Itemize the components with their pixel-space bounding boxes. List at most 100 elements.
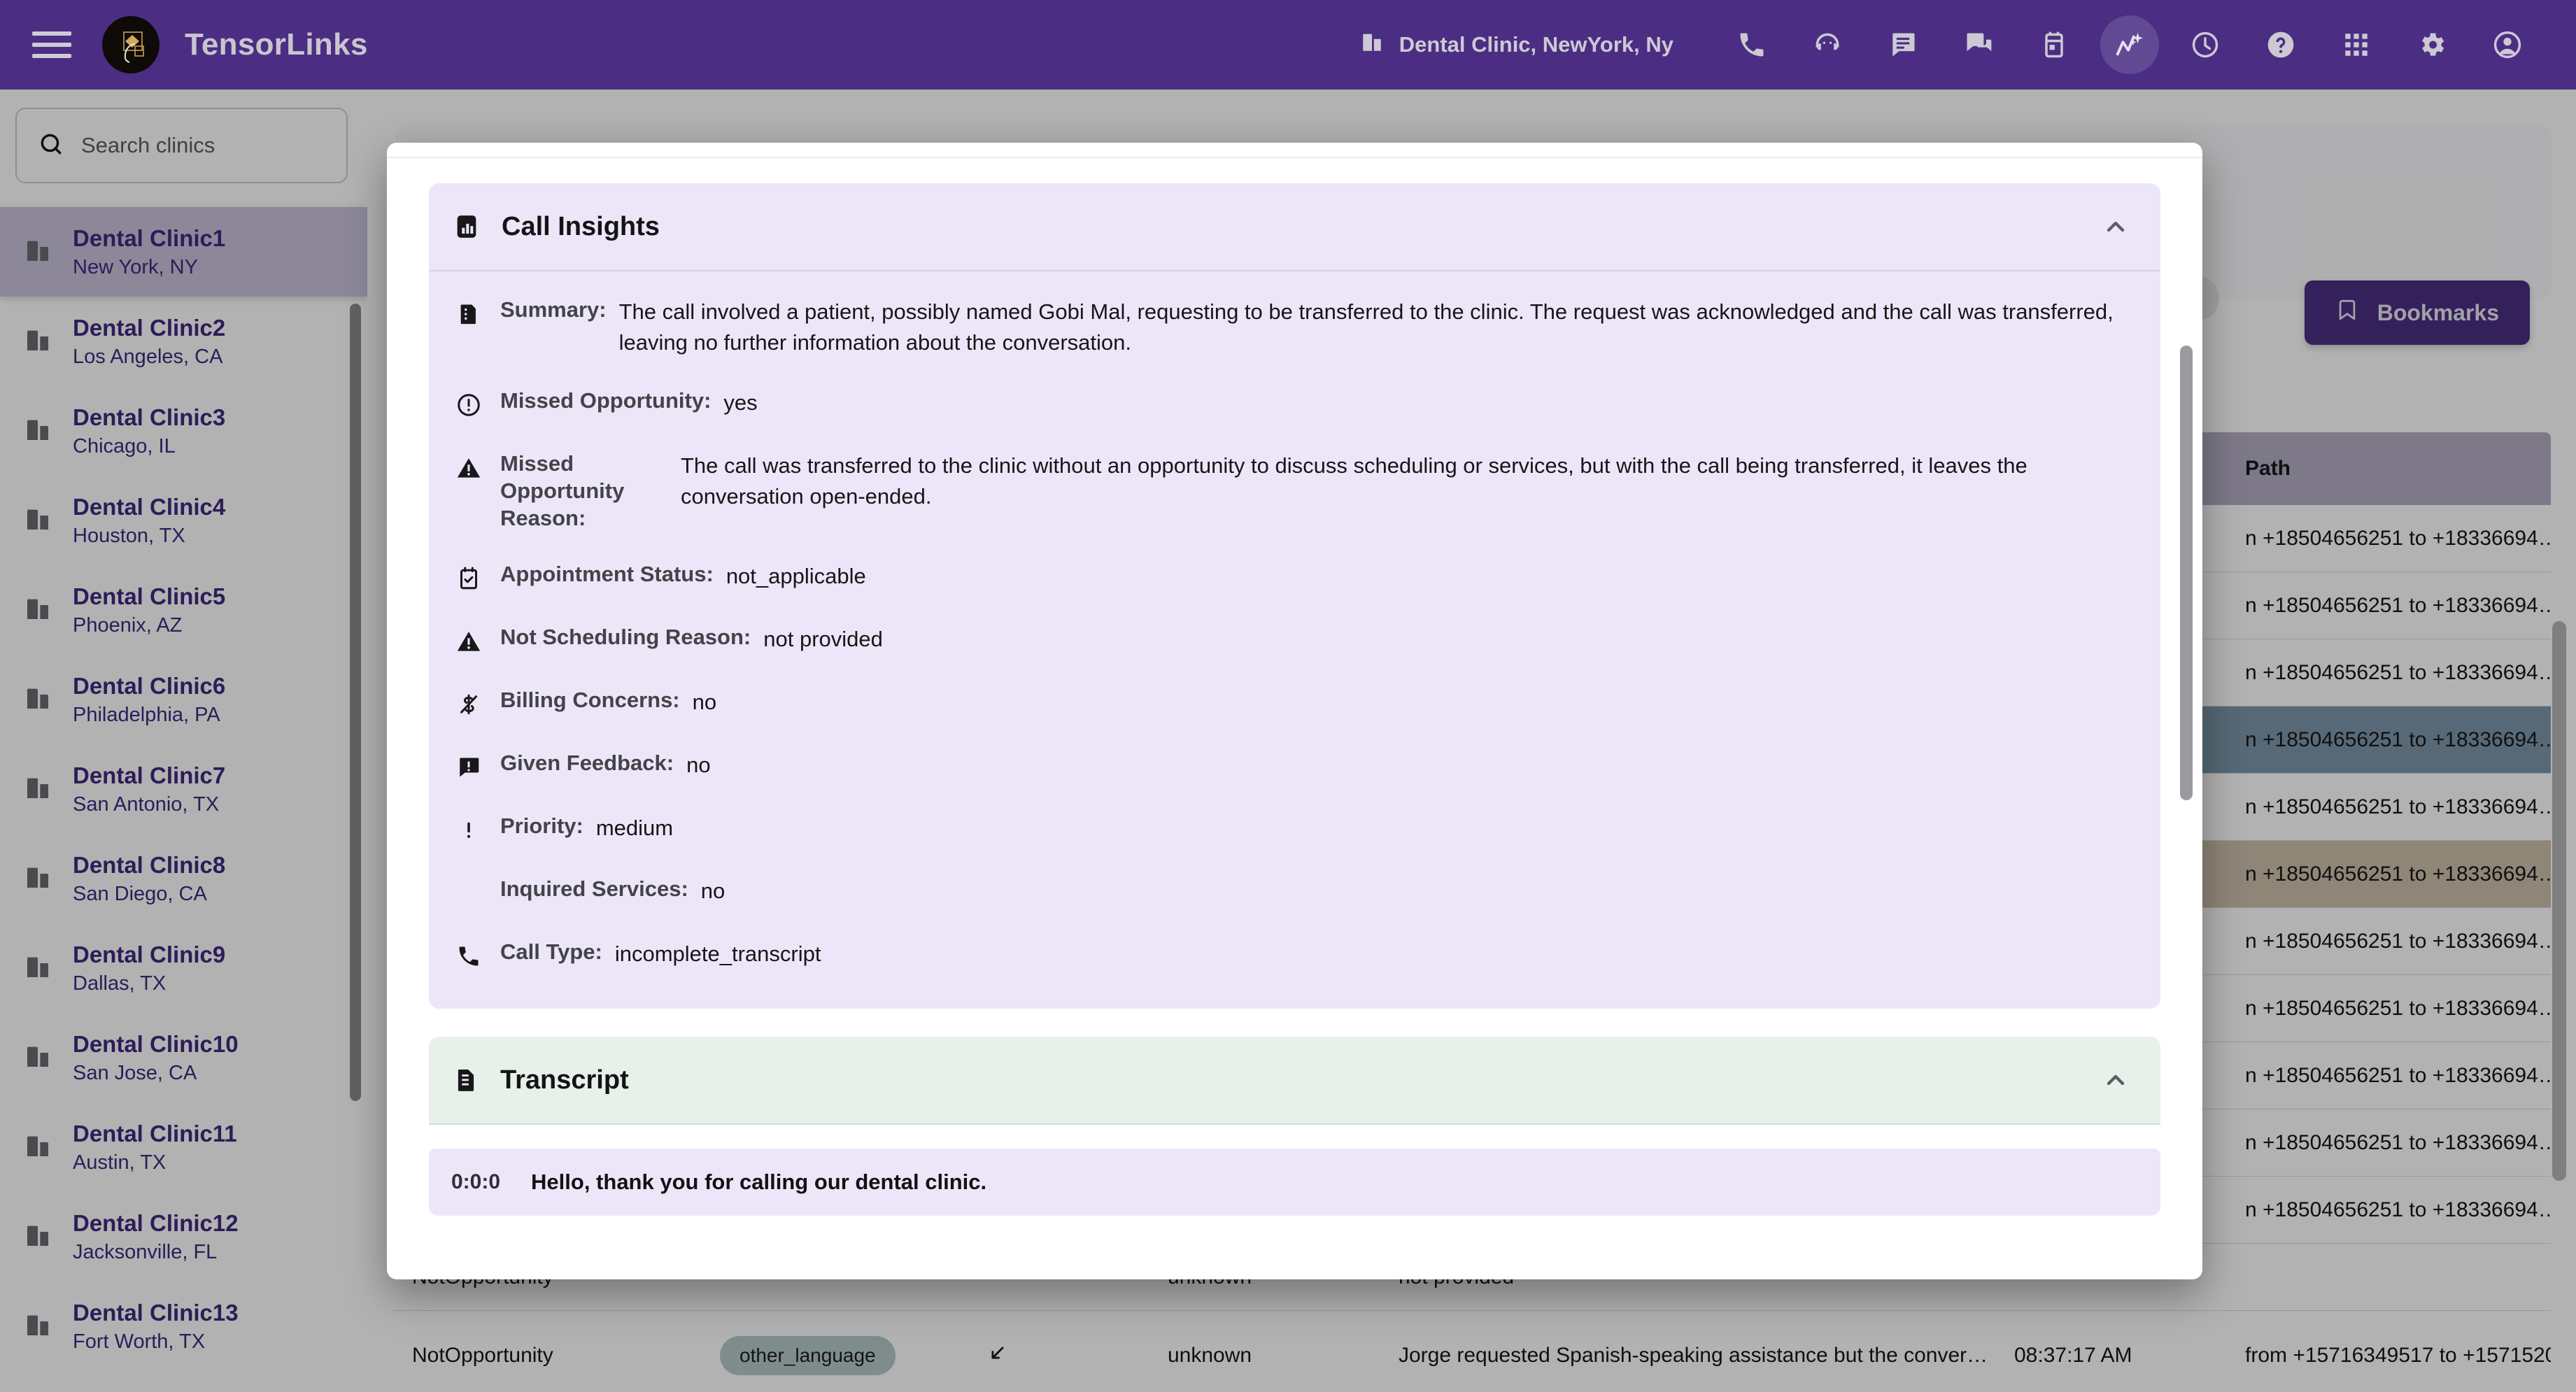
clinic-selector-label: Dental Clinic, NewYork, Ny [1399, 32, 1673, 57]
insight-value: The call involved a patient, possibly na… [618, 299, 2114, 355]
clinic-name: Dental Clinic10 [73, 1030, 239, 1057]
insight-value: not_applicable [726, 564, 866, 589]
brand-logo [102, 16, 160, 73]
clinic-name: Dental Clinic12 [73, 1209, 239, 1236]
insight-value: no [686, 753, 711, 778]
call-insight-row: Billing Concerns: no [453, 687, 2132, 720]
chevron-up-icon[interactable] [2102, 213, 2130, 241]
sidebar-clinic-item[interactable]: Dental Clinic2 Los Angeles, CA [0, 297, 367, 386]
cell-path: n +18504656251 to +18336694… [2245, 593, 2551, 617]
modal-scroll-area: Call Insights Summary: The call involved … [387, 143, 2202, 1279]
cell-tag: other_language [700, 1335, 966, 1375]
cell-summary: Jorge requested Spanish-speaking assista… [1399, 1343, 1988, 1367]
search-input[interactable] [81, 133, 325, 158]
settings-gear-icon[interactable] [2402, 15, 2461, 74]
cell-outcome: NotOpportunity [412, 1343, 553, 1367]
hamburger-icon[interactable] [32, 22, 77, 67]
bookmarks-button[interactable]: Bookmarks [2304, 280, 2530, 345]
call-insights-title: Call Insights [502, 211, 660, 241]
sidebar-clinic-item[interactable]: Dental Clinic7 San Antonio, TX [0, 744, 367, 834]
transcript-card: Transcript 0:0:0 Hello, thank you for cal… [429, 1037, 2160, 1216]
sidebar-clinic-item[interactable]: Dental Clinic12 Jacksonville, FL [0, 1192, 367, 1281]
call-insights-card: Call Insights Summary: The call involved … [429, 183, 2160, 1009]
cell-direction [966, 1341, 1148, 1370]
sidebar-clinic-item[interactable]: Dental Clinic1 New York, NY [0, 207, 367, 297]
insight-value: yes [723, 390, 758, 416]
chat-icon[interactable] [1874, 15, 1932, 74]
clinic-name: Dental Clinic4 [73, 493, 226, 520]
transcript-title: Transcript [500, 1065, 629, 1095]
sidebar-scrollbar[interactable] [350, 304, 361, 1101]
insight-label: Missed Opportunity Reason: [500, 451, 625, 530]
insight-label: Not Scheduling Reason: [500, 625, 751, 650]
top-navigation-bar: TensorLinks Dental Clinic, NewYork, Ny [0, 0, 2576, 90]
building-icon [24, 1042, 52, 1074]
clinic-location: New York, NY [73, 255, 198, 278]
cell-path: n +18504656251 to +18336694… [2245, 862, 2551, 886]
bookmark-icon [2335, 296, 2359, 329]
calendar-icon[interactable] [2025, 15, 2083, 74]
clinic-selector[interactable]: Dental Clinic, NewYork, Ny [1360, 30, 1673, 59]
history-clock-icon[interactable] [2176, 15, 2235, 74]
clinic-name: Dental Clinic13 [73, 1299, 239, 1326]
clinic-location: San Diego, CA [73, 882, 207, 905]
alert-circle-icon [453, 389, 485, 421]
sidebar-clinic-item[interactable]: Dental Clinic6 Philadelphia, PA [0, 655, 367, 744]
sidebar-clinic-item[interactable]: Dental Clinic10 San Jose, CA [0, 1013, 367, 1102]
sidebar-clinic-item[interactable]: Dental Clinic3 Chicago, IL [0, 386, 367, 476]
cell-path: n +18504656251 to +18336694… [2245, 727, 2551, 751]
sidebar-clinic-item[interactable]: Dental Clinic5 Phoenix, AZ [0, 565, 367, 655]
warning-triangle-icon [453, 625, 485, 658]
feedback-icon [453, 751, 485, 783]
document-icon [453, 1067, 479, 1093]
sidebar-clinic-item[interactable]: Dental Clinic13 Fort Worth, TX [0, 1281, 367, 1371]
call-insight-row: Given Feedback: no [453, 750, 2132, 783]
clinic-location: Jacksonville, FL [73, 1240, 218, 1263]
transcript-header[interactable]: Transcript [429, 1037, 2160, 1125]
building-icon [24, 1132, 52, 1163]
clinic-name: Dental Clinic9 [73, 941, 226, 967]
clinic-location: Houston, TX [73, 524, 185, 547]
table-row[interactable]: NotOpportunity other_language unknown Jorge… [392, 1311, 2551, 1392]
sidebar-clinic-item[interactable]: Dental Clinic8 San Diego, CA [0, 834, 367, 923]
apps-grid-icon[interactable] [2327, 15, 2386, 74]
search-box[interactable] [15, 108, 348, 183]
analytics-sparkle-icon[interactable] [2100, 15, 2159, 74]
call-insight-row: Appointment Status: not_applicable [453, 561, 2132, 595]
building-icon [24, 505, 52, 537]
modal-scrollbar[interactable] [2180, 346, 2193, 800]
insight-label: Summary: [500, 297, 607, 322]
sidebar-clinic-item[interactable]: Dental Clinic11 Austin, TX [0, 1102, 367, 1192]
building-icon [24, 953, 52, 984]
clinic-location: Fort Worth, TX [73, 1330, 206, 1353]
sidebar-clinic-item[interactable]: Dental Clinic4 Houston, TX [0, 476, 367, 565]
insight-label: Billing Concerns: [500, 688, 680, 713]
building-icon [24, 684, 52, 716]
clinic-name: Dental Clinic3 [73, 404, 226, 430]
inbound-arrow-icon [986, 1347, 1010, 1370]
insight-label: Missed Opportunity: [500, 388, 712, 413]
message-bubble-icon[interactable] [1949, 15, 2008, 74]
sidebar-clinic-item[interactable]: Dental Clinic9 Dallas, TX [0, 923, 367, 1013]
phone-icon [453, 940, 485, 972]
clinic-location: Philadelphia, PA [73, 703, 220, 726]
search-container [0, 90, 367, 200]
tag-chip: other_language [720, 1335, 896, 1375]
call-insights-header[interactable]: Call Insights [429, 183, 2160, 271]
phone-icon[interactable] [1722, 15, 1781, 74]
insight-label: Call Type: [500, 939, 602, 965]
building-icon [24, 1311, 52, 1342]
chevron-up-icon[interactable] [2102, 1066, 2130, 1094]
call-insight-row: Call Type: incomplete_transcript [453, 939, 2132, 972]
modal-top-divider [387, 143, 2202, 158]
headset-icon[interactable] [1798, 15, 1857, 74]
building-icon [24, 595, 52, 626]
clinic-location: Chicago, IL [73, 434, 176, 457]
table-scrollbar[interactable] [2552, 621, 2566, 1181]
account-icon[interactable] [2478, 15, 2537, 74]
clinic-name: Dental Clinic8 [73, 851, 226, 878]
clinic-location: Phoenix, AZ [73, 613, 183, 637]
clinic-name: Dental Clinic1 [73, 225, 226, 251]
help-icon[interactable] [2251, 15, 2310, 74]
clinic-location: Austin, TX [73, 1151, 167, 1174]
